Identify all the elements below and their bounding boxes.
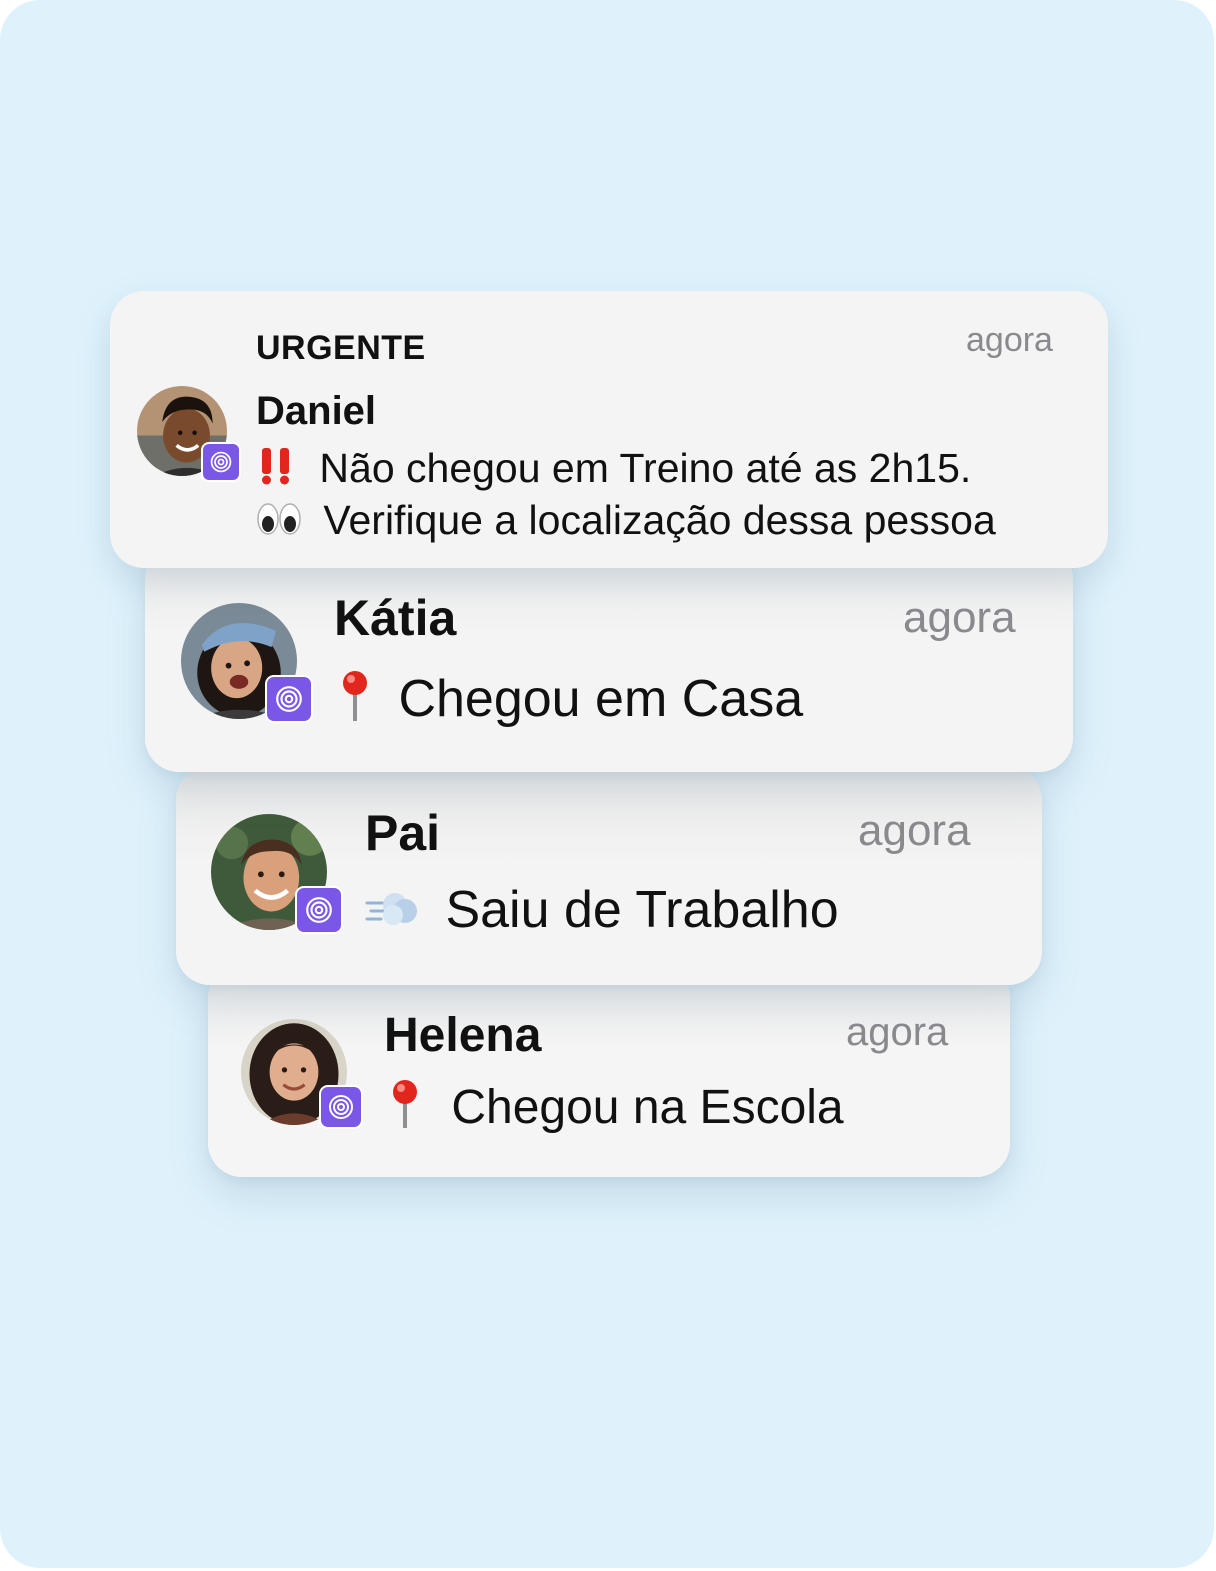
life360-icon [201, 442, 241, 482]
notification-body: Saiu de Trabalho [365, 880, 839, 944]
notification-text: Chegou na Escola [451, 1080, 844, 1134]
notification-time: agora [966, 321, 1053, 359]
eyes-icon [256, 500, 302, 547]
notification-time: agora [858, 806, 971, 855]
life360-icon [265, 675, 313, 723]
notification-body: Chegou na Escola [384, 1078, 844, 1142]
notification-card-pai[interactable]: Pai agora Saiu de Trabalho [176, 766, 1042, 985]
pin-icon [384, 1078, 426, 1142]
double-exclamation-icon [256, 446, 296, 496]
notification-line-2: Verifique a localização dessa pessoa [256, 497, 996, 547]
notification-card-katia[interactable]: Kátia agora Chegou em Casa [145, 545, 1073, 772]
notification-stack-background: Helena agora Chegou na Escola Pai agora … [0, 0, 1214, 1568]
notification-title: Helena [384, 1009, 542, 1062]
notification-text: Chegou em Casa [398, 670, 804, 729]
notification-title: Pai [365, 805, 441, 861]
notification-time: agora [903, 593, 1016, 642]
pin-icon [334, 669, 376, 736]
notification-text: Verifique a localização dessa pessoa [323, 497, 996, 543]
urgent-header: URGENTE [256, 329, 426, 367]
notification-body: Chegou em Casa [334, 669, 803, 736]
notification-text: Não chegou em Treino até as 2h15. [319, 445, 972, 491]
notification-line-1: Não chegou em Treino até as 2h15. [256, 445, 971, 496]
notification-card-helena[interactable]: Helena agora Chegou na Escola [208, 964, 1010, 1177]
notification-card-daniel[interactable]: URGENTE agora Daniel Não chegou em Trein… [110, 291, 1108, 568]
notification-time: agora [846, 1010, 949, 1054]
life360-icon [295, 886, 343, 934]
notification-title: Kátia [334, 590, 457, 646]
notification-text: Saiu de Trabalho [445, 881, 839, 939]
dash-cloud-icon [365, 883, 419, 944]
notification-title: Daniel [256, 389, 377, 433]
life360-icon [319, 1085, 363, 1129]
